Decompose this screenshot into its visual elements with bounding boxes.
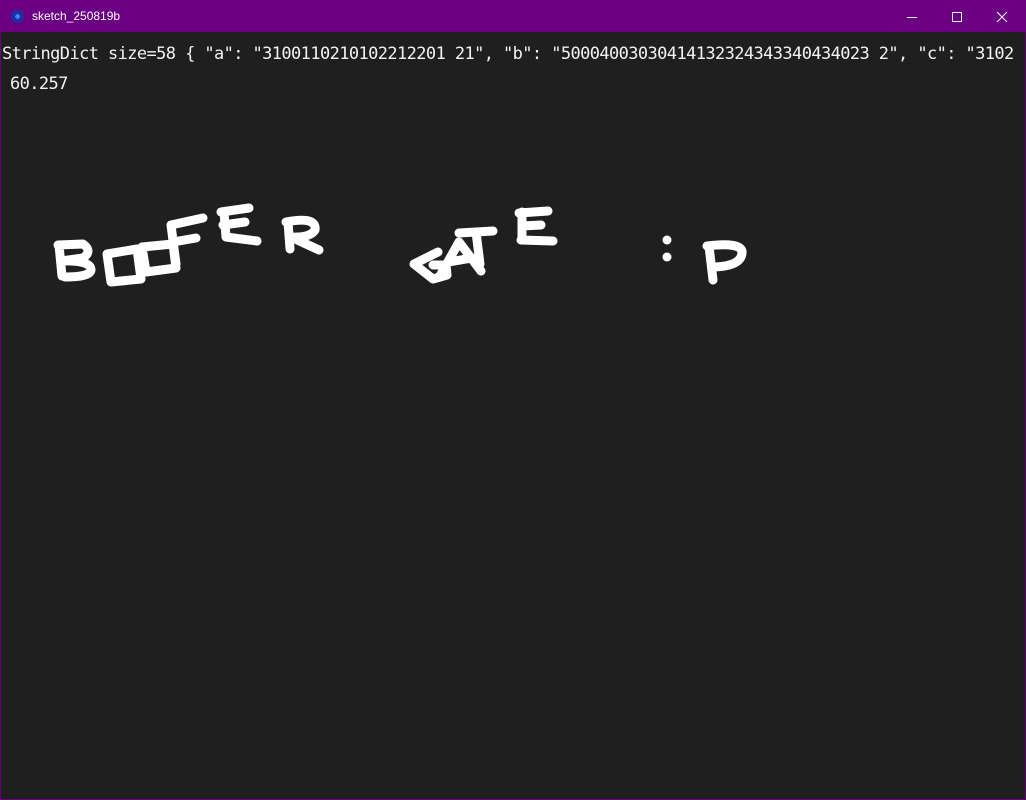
maximize-icon (952, 11, 962, 22)
close-button[interactable] (979, 1, 1025, 32)
title-bar[interactable]: sketch_250819b (1, 1, 1025, 32)
sketch-canvas[interactable]: StringDict size=58 { "a": "3100110210102… (1, 32, 1025, 799)
app-window: sketch_250819b StringDict size=58 { "a":… (0, 0, 1026, 800)
drawn-word-boofer (53, 203, 324, 287)
drawn-letter-o-1 (102, 244, 146, 287)
processing-app-icon (11, 10, 24, 23)
minimize-icon (907, 16, 917, 18)
window-title: sketch_250819b (32, 9, 121, 23)
minimize-button[interactable] (889, 1, 935, 32)
drawn-letter-e-2 (514, 206, 558, 246)
close-icon (996, 11, 1008, 22)
drawn-colon (662, 235, 672, 262)
drawn-letter-f (166, 213, 208, 269)
drawn-word-gate (409, 206, 558, 284)
drawn-letter-b (53, 239, 96, 282)
maximize-button[interactable] (934, 1, 980, 32)
drawn-letter-r (281, 215, 324, 255)
drawn-letter-e (216, 203, 262, 246)
handwritten-drawing (53, 203, 747, 287)
drawn-letter-p (702, 240, 747, 285)
